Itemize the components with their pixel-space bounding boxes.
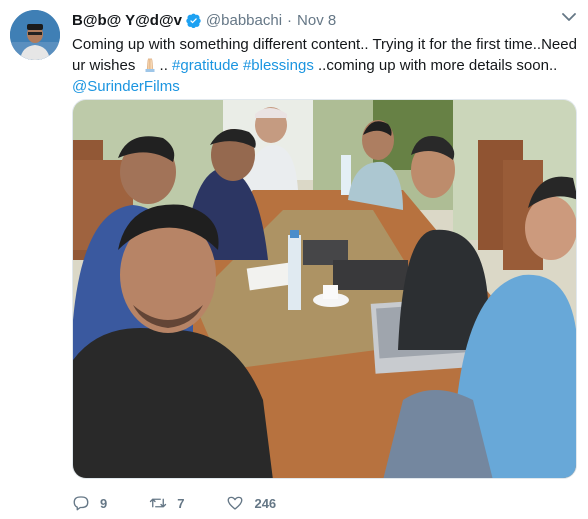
avatar[interactable]	[10, 10, 60, 60]
reply-icon	[73, 496, 89, 511]
verified-badge-icon	[186, 13, 201, 28]
display-name[interactable]: B@b@ Y@d@v	[72, 12, 182, 29]
tweet-photo[interactable]	[72, 99, 577, 479]
reply-button[interactable]: 9	[72, 494, 107, 512]
tweet-text-part2: ..	[159, 57, 168, 74]
folded-hands-emoji-icon	[141, 56, 159, 72]
mention-link[interactable]: @SurinderFilms	[72, 78, 180, 95]
group-photo	[73, 100, 576, 478]
timestamp[interactable]: Nov 8	[297, 12, 336, 29]
hashtag-gratitude[interactable]: #gratitude	[172, 57, 239, 74]
retweet-icon	[150, 498, 167, 508]
like-count: 246	[254, 495, 277, 511]
tweet: B@b@ Y@d@v @babbachi · Nov 8 Coming up w…	[0, 0, 588, 519]
tweet-actions: 9 7 246	[72, 492, 318, 514]
tweet-text-part3: ..coming up with more details soon..	[318, 57, 558, 74]
hashtag-blessings[interactable]: #blessings	[243, 57, 314, 74]
avatar-image	[10, 10, 60, 60]
separator-dot: ·	[287, 11, 293, 29]
tweet-header: B@b@ Y@d@v @babbachi · Nov 8	[72, 9, 336, 31]
reply-count: 9	[100, 495, 108, 511]
tweet-text: Coming up with something different conte…	[72, 34, 582, 97]
like-button[interactable]: 246	[226, 494, 276, 512]
heart-icon	[228, 496, 243, 510]
retweet-count: 7	[177, 495, 185, 511]
chevron-down-icon[interactable]	[562, 12, 576, 22]
retweet-button[interactable]: 7	[149, 494, 184, 512]
user-handle[interactable]: @babbachi	[206, 12, 282, 29]
